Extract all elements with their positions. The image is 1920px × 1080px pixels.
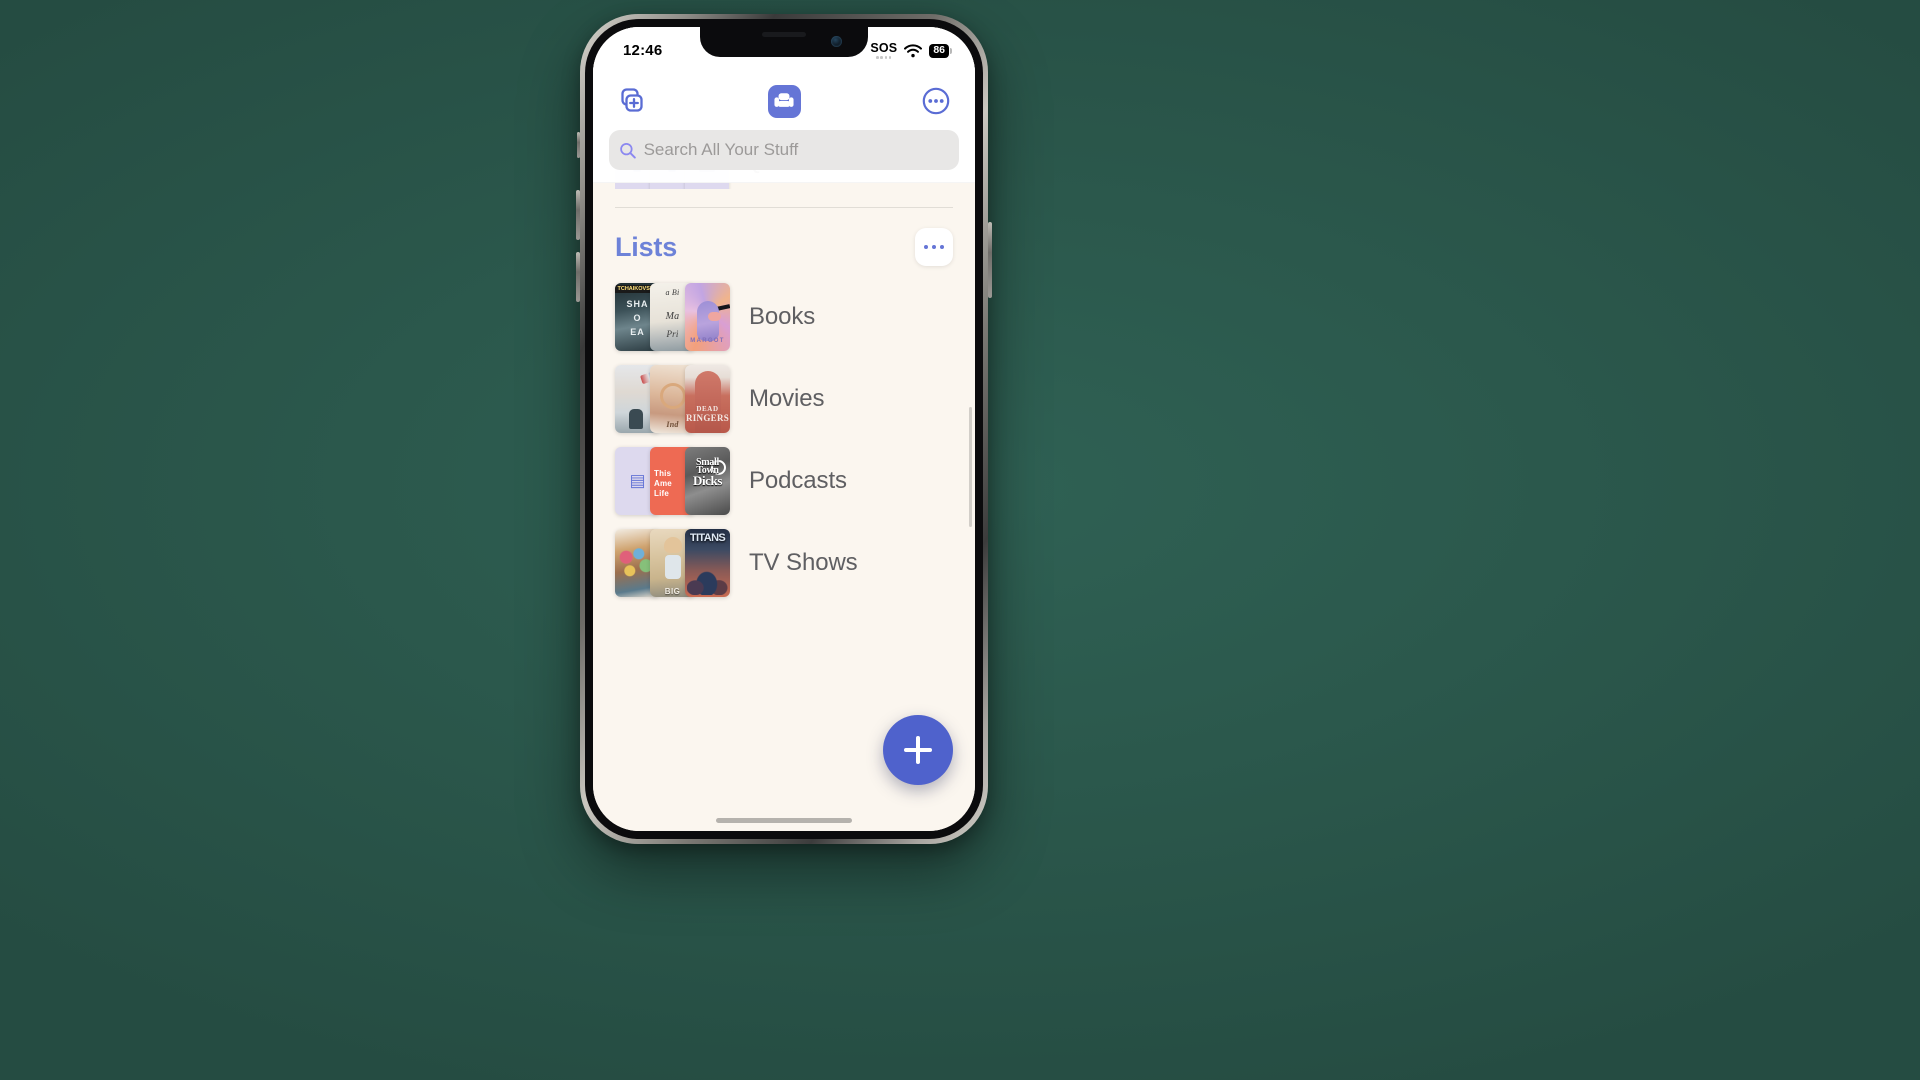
- power-button[interactable]: [988, 222, 992, 298]
- movies-cover-stack: Ind DEAD RINGERS: [615, 365, 730, 433]
- add-to-list-button[interactable]: [617, 86, 647, 116]
- section-title: Lists: [615, 231, 678, 262]
- phone-device-frame: ▮ ▮ ▤ Quick List Lists: [576, 14, 992, 844]
- tv-shows-cover-stack: BIG TITANS: [615, 529, 730, 597]
- cover-small-town-dicks: Small Town Dicks: [685, 447, 730, 515]
- earpiece-speaker: [762, 32, 806, 37]
- cover-decor: [659, 382, 686, 409]
- cover-caption: TITANS: [689, 532, 726, 544]
- cover-decor: [708, 311, 722, 321]
- sos-indicator: SOS: [870, 41, 898, 59]
- list-row-label: Books: [749, 303, 816, 330]
- search-bar[interactable]: [609, 130, 959, 170]
- status-time: 12:46: [623, 42, 663, 59]
- cellular-dots-icon: [876, 55, 892, 59]
- cover-caption: MARGOT: [690, 337, 725, 344]
- wifi-icon: [904, 43, 923, 57]
- cover-decor: [629, 409, 644, 429]
- volume-down-button[interactable]: [576, 252, 580, 302]
- podcasts-cover-stack: ▤ This Ame Life Small Town Dicks: [615, 447, 730, 515]
- cover-decor: [694, 371, 721, 433]
- cover-title-line1: Small Town: [696, 457, 719, 476]
- armchair-app-icon: [774, 93, 794, 107]
- phone-screen: ▮ ▮ ▤ Quick List Lists: [593, 27, 975, 831]
- cover-title-line2: RINGERS: [685, 413, 730, 423]
- scroll-container[interactable]: ▮ ▮ ▤ Quick List Lists: [593, 135, 975, 604]
- list-row-label: Movies: [749, 385, 825, 412]
- list-row-books[interactable]: TCHAIKOVSKY SHA O EA a Bi Ma Pri MARGOT …: [615, 276, 953, 358]
- list-row-movies[interactable]: Ind DEAD RINGERS Movies: [615, 358, 953, 440]
- search-icon: [620, 142, 636, 158]
- plus-icon: [916, 736, 920, 764]
- silent-switch[interactable]: [577, 132, 580, 158]
- list-row-tv-shows[interactable]: BIG TITANS TV Shows: [615, 522, 953, 604]
- home-indicator[interactable]: [716, 818, 852, 823]
- ellipsis-circle-icon: [922, 87, 950, 115]
- front-camera: [831, 36, 842, 47]
- cover-decor: [687, 559, 728, 595]
- scroll-indicator[interactable]: [969, 407, 972, 527]
- cover-title-line2: Dicks: [692, 473, 723, 488]
- navigation-header: [593, 71, 975, 183]
- device-notch: [700, 27, 868, 57]
- list-row-podcasts[interactable]: ▤ This Ame Life Small Town Dicks Podcast…: [615, 440, 953, 522]
- sos-label: SOS: [870, 41, 898, 56]
- lists-more-button[interactable]: [915, 228, 953, 266]
- status-indicators: SOS 86: [870, 41, 952, 59]
- ellipsis-icon: [923, 244, 945, 250]
- battery-indicator: 86: [929, 43, 952, 58]
- cover-titans-poster: TITANS: [685, 529, 730, 597]
- cover-decor: [663, 537, 682, 553]
- add-item-fab[interactable]: [883, 715, 953, 785]
- books-cover-stack: TCHAIKOVSKY SHA O EA a Bi Ma Pri MARGOT: [615, 283, 730, 351]
- cover-decor: [664, 555, 681, 579]
- cover-margot: MARGOT: [685, 283, 730, 351]
- more-options-button[interactable]: [921, 86, 951, 116]
- plus-square-on-square-icon: [621, 88, 643, 112]
- phone-bezel: ▮ ▮ ▤ Quick List Lists: [585, 19, 983, 839]
- toolbar: [609, 81, 959, 121]
- cover-dead-ringers-poster: DEAD RINGERS: [685, 365, 730, 433]
- list-row-label: TV Shows: [749, 549, 858, 576]
- cover-decor: [696, 300, 719, 341]
- list-row-label: Podcasts: [749, 467, 847, 494]
- lists-section-header: Lists: [615, 208, 953, 276]
- search-input[interactable]: [643, 140, 949, 160]
- app-icon-button[interactable]: [767, 84, 801, 118]
- volume-up-button[interactable]: [576, 190, 580, 240]
